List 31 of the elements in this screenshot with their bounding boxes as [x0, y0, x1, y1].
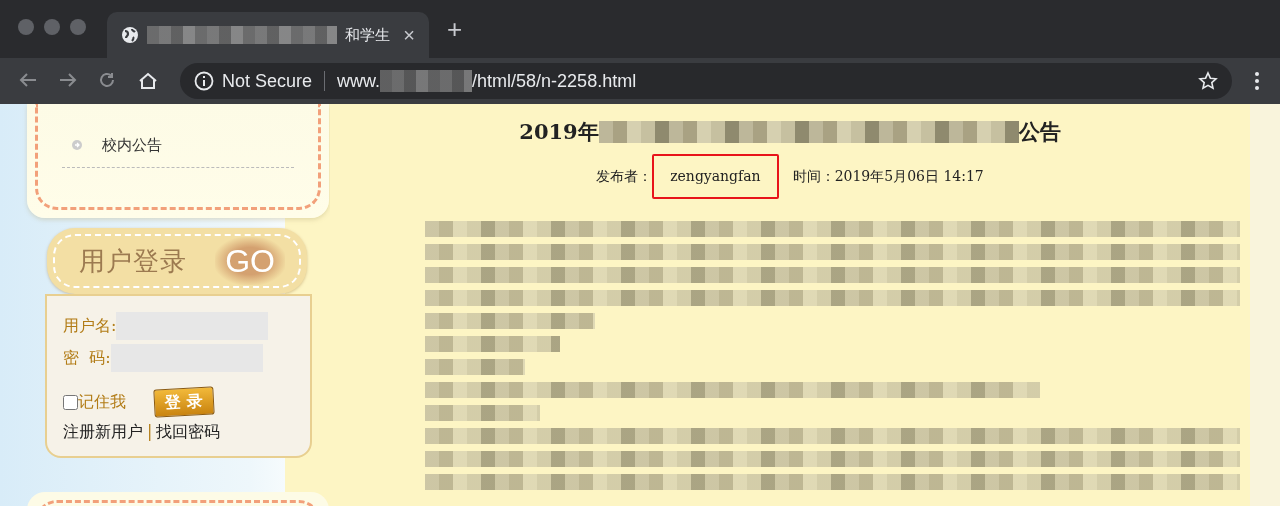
new-tab-button[interactable]: +	[447, 16, 463, 42]
publisher-label: 发布者：	[596, 166, 653, 186]
url-text: /html/58/n-2258.html	[472, 69, 637, 93]
browser-tab[interactable]: 和学生 ×	[107, 12, 429, 58]
remember-checkbox[interactable]	[63, 394, 78, 410]
publisher-name: zengyangfan	[652, 153, 779, 199]
url-text: www.	[337, 69, 381, 93]
tab-title: 和学生	[345, 24, 390, 45]
login-heading: 用户登录	[79, 244, 187, 278]
field-label: 密 码:	[63, 347, 111, 369]
menu-icon[interactable]	[1254, 71, 1260, 91]
register-link[interactable]: 注册新用户	[63, 420, 143, 444]
star-icon[interactable]	[1198, 71, 1218, 91]
home-icon[interactable]	[138, 72, 158, 90]
security-label: Not Secure	[222, 69, 313, 93]
time-label: 时间：	[792, 166, 835, 186]
publish-time: 2019年5月06日 14:17	[834, 166, 984, 186]
window-control[interactable]	[70, 19, 86, 35]
window-control[interactable]	[44, 19, 60, 35]
checkbox-label: 记住我	[78, 391, 126, 413]
address-bar[interactable]: Not Secure www. /html/58/n-2258.html	[180, 63, 1232, 99]
globe-icon	[121, 26, 139, 44]
info-icon[interactable]	[194, 71, 214, 91]
article-title: 2019年	[519, 118, 599, 146]
forgot-password-link[interactable]: 找回密码	[156, 420, 221, 444]
separator-text: |	[147, 421, 153, 443]
article-title: 公告	[1018, 118, 1061, 146]
field-label: 用户名:	[63, 315, 117, 337]
arrow-bullet-icon	[72, 140, 82, 151]
window-control[interactable]	[18, 19, 34, 35]
close-tab-button[interactable]: ×	[403, 25, 415, 45]
